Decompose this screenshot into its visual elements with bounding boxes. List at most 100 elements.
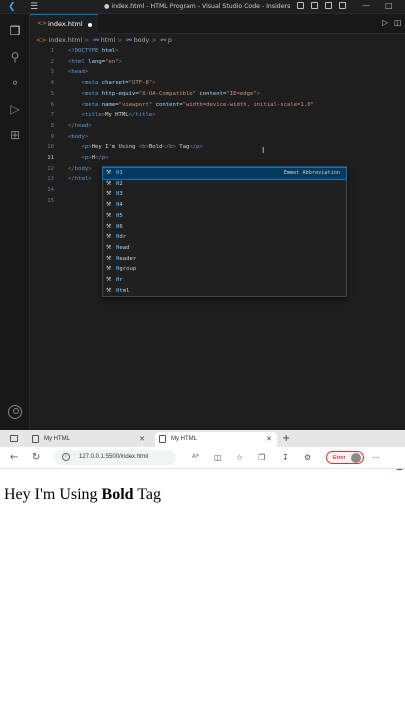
breadcrumb-item[interactable]: body xyxy=(134,37,150,44)
code-line[interactable]: </html> xyxy=(68,174,92,184)
line-number: 1 xyxy=(50,48,54,54)
wrench-icon: ⚒ xyxy=(106,169,112,176)
customize-layout-icon[interactable] xyxy=(339,2,346,9)
wrench-icon: ⚒ xyxy=(106,211,112,219)
browser-toolbar: ← ↻ i 127.0.0.1:5500/index.html Aʷ ◫ ☆ ❐… xyxy=(0,447,405,487)
suggestion-item[interactable]: ⚒ H2 xyxy=(103,179,346,190)
breadcrumb-item[interactable]: html xyxy=(101,37,115,44)
code-line[interactable]: <meta http-equiv="X-UA-Compatible" conte… xyxy=(68,89,260,99)
html-file-icon: <> xyxy=(36,37,47,44)
suggestion-item[interactable]: ⚒ Head xyxy=(103,243,346,254)
code-line[interactable]: <html lang="en"> xyxy=(68,57,122,67)
code-line[interactable]: </body> xyxy=(68,164,92,174)
page-content: Hey I'm Using Bold Tag xyxy=(0,470,405,720)
close-icon[interactable]: ✕ xyxy=(139,434,145,444)
code-line[interactable]: <title>My HTML</title> xyxy=(68,110,155,120)
wrench-icon: ⚒ xyxy=(106,190,112,198)
editor-tabs: <> index.html ▷ ◫ xyxy=(30,14,405,34)
suggestion-item[interactable]: ⚒ Hr xyxy=(103,275,346,286)
run-debug-icon[interactable]: ▷ xyxy=(8,102,22,116)
browser-tab[interactable]: My HTML ✕ xyxy=(155,432,277,447)
toggle-secondary-sidebar-icon[interactable] xyxy=(325,2,332,9)
extensions-icon[interactable]: ⊞ xyxy=(8,128,22,142)
apps-icon[interactable]: ◫ xyxy=(214,452,222,463)
line-number: 9 xyxy=(50,133,54,140)
wrench-icon: ⚒ xyxy=(106,201,112,209)
minimize-icon[interactable]: — xyxy=(362,1,370,11)
download-icon[interactable]: ↧ xyxy=(282,452,289,463)
toggle-sidebar-icon[interactable] xyxy=(297,2,304,9)
suggestion-item[interactable]: ⚒ H3 xyxy=(103,189,346,200)
source-control-icon[interactable]: ⚬ xyxy=(8,76,22,90)
code-line[interactable]: <p>H</p> xyxy=(68,153,108,163)
browser-window: My HTML ✕ My HTML ✕ + ← ↻ i 127.0.0.1:55… xyxy=(0,430,405,720)
line-number: 6 xyxy=(50,101,54,108)
breadcrumb-item[interactable]: p xyxy=(168,37,172,44)
maximize-icon[interactable]: □ xyxy=(385,1,393,11)
extensions-icon[interactable]: ⚙ xyxy=(304,452,311,463)
favorite-icon[interactable]: ☆ xyxy=(236,452,243,463)
wrench-icon: ⚒ xyxy=(106,254,112,262)
toggle-panel-icon[interactable] xyxy=(311,2,318,9)
suggestion-item[interactable]: ⚒ Header xyxy=(103,254,346,265)
window-title: ● index.html - HTML Program - Visual Stu… xyxy=(104,3,291,10)
browser-tab-label: My HTML xyxy=(44,436,70,442)
page-icon xyxy=(32,435,39,443)
suggestion-item[interactable]: ⚒ H4 xyxy=(103,200,346,211)
line-number: 10 xyxy=(47,144,54,151)
search-icon[interactable]: ⚲ xyxy=(8,50,22,64)
more-icon[interactable]: ⋯ xyxy=(372,452,380,463)
error-label: Error xyxy=(333,455,346,461)
line-number: 11 xyxy=(47,155,54,161)
suggestion-label: Head xyxy=(116,244,130,251)
close-icon[interactable]: ✕ xyxy=(266,434,272,444)
code-line[interactable]: <meta charset="UTF-8"> xyxy=(68,78,155,88)
suggestion-item[interactable]: ⚒ Hgroup xyxy=(103,264,346,275)
run-icon[interactable]: ▷ xyxy=(382,18,388,28)
activity-bar: ❐ ⚲ ⚬ ▷ ⊞ xyxy=(0,14,30,430)
explorer-icon[interactable]: ❐ xyxy=(8,24,22,38)
breadcrumb-item[interactable]: index.html xyxy=(49,37,83,44)
refresh-icon[interactable]: ↻ xyxy=(32,452,40,464)
suggestion-label: H5 xyxy=(116,212,123,219)
line-number: 4 xyxy=(50,80,54,87)
hamburger-icon[interactable]: ☰ xyxy=(30,2,38,12)
browser-tab-strip: My HTML ✕ My HTML ✕ + xyxy=(0,430,405,447)
suggestion-item[interactable]: ⚒ H6 xyxy=(103,222,346,233)
wrench-icon: ⚒ xyxy=(106,222,112,230)
read-aloud-icon[interactable]: Aʷ xyxy=(192,452,199,463)
profile-error-button[interactable]: Error xyxy=(326,451,364,464)
suggestion-item[interactable]: ⚒ H1 Emmet Abbreviation xyxy=(102,167,347,180)
suggestion-item[interactable]: ⚒ Hdr xyxy=(103,232,346,243)
code-line[interactable]: <body> xyxy=(68,132,88,142)
back-icon[interactable]: ← xyxy=(10,452,18,464)
code-line[interactable]: <p>Hey I'm Using <b>Bold</b> Tag</p> xyxy=(68,142,202,152)
suggestion-item[interactable]: ⚒ H5 xyxy=(103,211,346,222)
suggestion-label: H4 xyxy=(116,202,123,209)
new-tab-icon[interactable]: + xyxy=(282,433,290,444)
address-bar[interactable]: i 127.0.0.1:5500/index.html xyxy=(54,450,176,465)
line-number: 8 xyxy=(50,122,54,129)
suggestion-label: Header xyxy=(116,255,137,262)
tab-actions-icon[interactable] xyxy=(10,435,18,442)
code-line[interactable]: <!DOCTYPE html> xyxy=(68,46,119,56)
collections-icon[interactable]: ❐ xyxy=(258,452,265,463)
suggestion-detail: Emmet Abbreviation xyxy=(283,170,340,176)
code-line[interactable]: <head> xyxy=(68,67,88,77)
line-number: 13 xyxy=(47,176,54,183)
code-line[interactable]: </head> xyxy=(68,121,92,131)
suggestion-item[interactable]: ⚒ Html xyxy=(103,286,346,297)
suggest-widget: ⚒ H1 Emmet Abbreviation ⚒ H2 ⚒ H3 ⚒ H4 ⚒ H5 ⚒ H6 ⚒ Hdr… xyxy=(102,166,347,297)
line-number: 12 xyxy=(47,165,54,172)
tab-index-html[interactable]: <> index.html xyxy=(30,14,98,34)
code-line[interactable]: <meta name="viewport" content="width=dev… xyxy=(68,100,313,110)
browser-tab[interactable]: My HTML ✕ xyxy=(28,432,150,447)
suggestion-label: Html xyxy=(116,287,130,294)
info-icon[interactable]: i xyxy=(62,453,70,461)
text-cursor-icon: I xyxy=(262,146,265,155)
split-editor-icon[interactable]: ◫ xyxy=(394,18,402,28)
account-icon[interactable] xyxy=(8,405,22,419)
tab-label: index.html xyxy=(48,20,83,28)
title-bar: ❮ ☰ ● index.html - HTML Program - Visual… xyxy=(0,0,405,14)
suggestion-label: H2 xyxy=(116,180,123,187)
